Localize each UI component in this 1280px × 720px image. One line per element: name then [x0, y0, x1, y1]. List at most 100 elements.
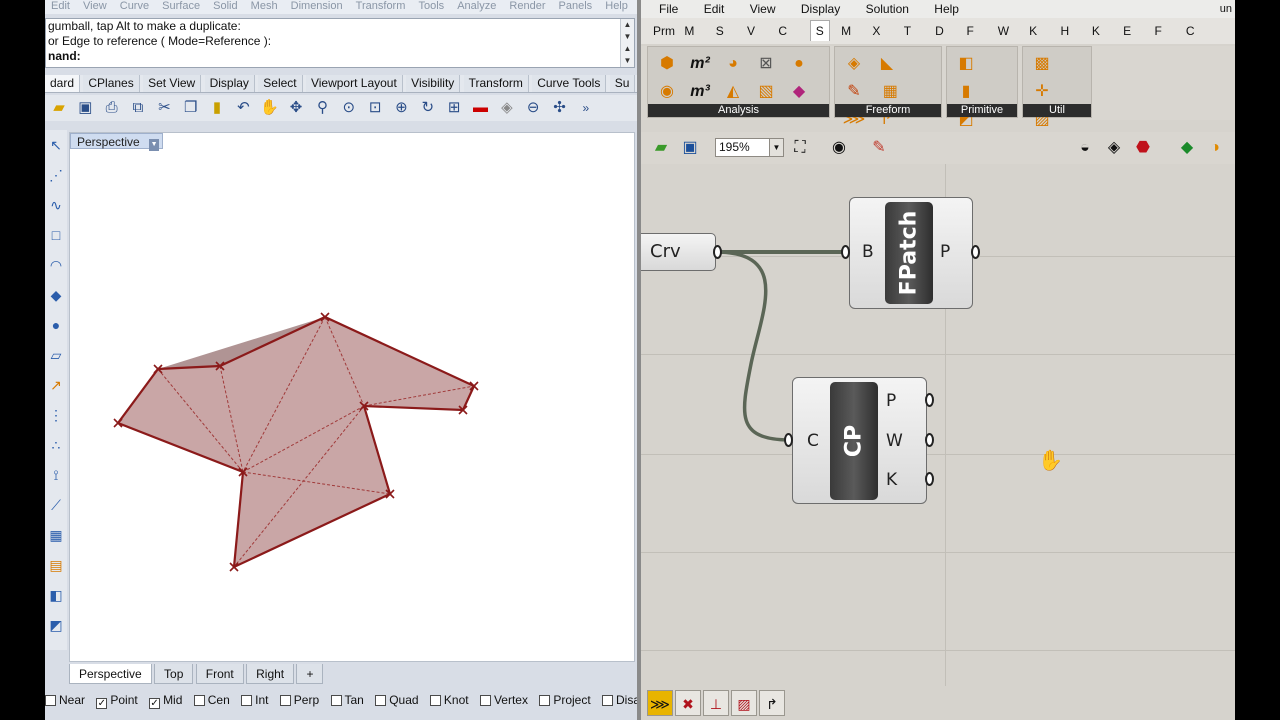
cp-output-w[interactable]: W: [886, 431, 903, 451]
cp-core[interactable]: CP: [830, 382, 878, 500]
cp-component[interactable]: C CP P W K: [792, 377, 927, 504]
osnap-mid[interactable]: ✓ Mid: [149, 690, 182, 710]
save-file-icon[interactable]: ▣: [678, 136, 702, 160]
gh-cat-mesh[interactable]: M: [841, 18, 869, 44]
checkbox[interactable]: [279, 695, 291, 706]
undo-icon[interactable]: ↶: [232, 97, 254, 119]
gh-menu-edit[interactable]: Edit: [704, 2, 725, 16]
transform-tool-icon[interactable]: ↗: [45, 370, 67, 400]
tab-display[interactable]: Display: [204, 75, 255, 92]
cp-output-p[interactable]: P: [886, 391, 896, 411]
menu-panels[interactable]: Panels: [559, 0, 593, 12]
fpatch-core[interactable]: FPatch: [885, 202, 933, 304]
import-icon[interactable]: ⧉: [127, 97, 149, 119]
shade-icon[interactable]: ◈: [496, 97, 518, 119]
osnap-point[interactable]: ✓ Point: [96, 690, 138, 710]
brep-icon[interactable]: ◕: [718, 51, 748, 77]
gh-menu-help[interactable]: Help: [934, 2, 959, 16]
deconstruct-icon[interactable]: ◭: [718, 79, 748, 105]
gh-cat-w[interactable]: W: [998, 18, 1026, 44]
osnap-vertex[interactable]: Vertex: [479, 690, 528, 710]
checkbox[interactable]: [45, 695, 56, 706]
cp-output-k[interactable]: K: [886, 470, 897, 490]
gh-cat-f[interactable]: F: [966, 18, 994, 44]
mesh-tool-icon[interactable]: ▱: [45, 340, 67, 370]
dimension-tool-icon[interactable]: ⟋: [45, 490, 67, 520]
car-icon[interactable]: ▬: [470, 97, 492, 119]
gh-cat-k2[interactable]: K: [1092, 18, 1120, 44]
point-tool-icon[interactable]: ⋰: [45, 160, 67, 190]
open-icon[interactable]: ▰: [48, 97, 70, 119]
checkbox[interactable]: [602, 695, 614, 706]
menu-curve[interactable]: Curve: [120, 0, 149, 12]
curve-wire-icon[interactable]: ↱: [759, 690, 785, 716]
menu-transform[interactable]: Transform: [356, 0, 406, 12]
cp-input-grip[interactable]: [784, 433, 793, 447]
command-history[interactable]: gumball, tap Alt to make a duplicate: or…: [45, 18, 635, 68]
evaluate-icon[interactable]: ⊠: [751, 51, 781, 77]
perspective-viewport[interactable]: Perspective ▼: [69, 132, 635, 662]
gh-cat-vector[interactable]: V: [747, 18, 775, 44]
analyze-tool-icon[interactable]: ⟟: [45, 460, 67, 490]
rectangle-tool-icon[interactable]: □: [45, 220, 67, 250]
pan-icon[interactable]: ✋: [259, 97, 281, 119]
tab-transform[interactable]: Transform: [463, 75, 529, 92]
wireframe-icon[interactable]: ◒: [1073, 136, 1097, 160]
command-prompt[interactable]: nand:: [46, 49, 634, 64]
gh-cat-sets[interactable]: S: [716, 18, 744, 44]
scroll-down-icon[interactable]: ▼: [621, 55, 634, 67]
gh-menu-solution[interactable]: Solution: [866, 2, 909, 16]
zoom-dropdown[interactable]: 195% ▼: [715, 138, 784, 157]
cylinder-icon[interactable]: ▮: [951, 79, 981, 105]
menu-dimension[interactable]: Dimension: [291, 0, 343, 12]
checkbox[interactable]: [241, 695, 253, 706]
crv-parameter[interactable]: Crv: [641, 233, 716, 271]
tab-viewport-layout[interactable]: Viewport Layout: [305, 75, 403, 92]
dimensions-icon[interactable]: ◉: [652, 79, 682, 105]
snap-icon[interactable]: ✣: [549, 97, 571, 119]
chevron-down-icon[interactable]: ▼: [769, 139, 783, 156]
volume-icon[interactable]: m³: [685, 79, 715, 105]
zoom-extents-icon[interactable]: ⊡: [364, 97, 386, 119]
render-tool-icon[interactable]: ▤: [45, 550, 67, 580]
points-tool-icon[interactable]: ∴: [45, 430, 67, 460]
zoom-selected-icon[interactable]: ⊕: [390, 97, 412, 119]
selected-preview-icon[interactable]: ⬣: [1131, 136, 1155, 160]
menu-help[interactable]: Help: [605, 0, 628, 12]
solid-tool-icon[interactable]: ●: [45, 310, 67, 340]
target-icon[interactable]: ⊖: [522, 97, 544, 119]
checkbox[interactable]: ✓: [96, 698, 108, 709]
fpatch-output-grip[interactable]: [971, 245, 980, 259]
checkbox[interactable]: [479, 695, 491, 706]
material-icon[interactable]: ◑: [1203, 136, 1227, 160]
crv-output-grip[interactable]: [713, 245, 722, 259]
osnap-quad[interactable]: Quad: [375, 690, 419, 710]
checkbox[interactable]: ✓: [149, 698, 161, 709]
checkbox[interactable]: [330, 695, 342, 706]
osnap-int[interactable]: Int: [241, 690, 268, 710]
gh-canvas[interactable]: Crv B FPatch P C CP P W K ✋: [641, 164, 1235, 686]
gh-menu-view[interactable]: View: [750, 2, 776, 16]
gh-cat-curve[interactable]: C: [778, 18, 806, 44]
array-tool-icon[interactable]: ⋮: [45, 400, 67, 430]
tab-visibility[interactable]: Visibility: [406, 75, 461, 92]
menu-tools[interactable]: Tools: [418, 0, 444, 12]
gh-cat-transform[interactable]: T: [904, 18, 932, 44]
tab-cplanes[interactable]: CPlanes: [83, 75, 140, 92]
menu-solid[interactable]: Solid: [213, 0, 237, 12]
fpatch-component[interactable]: B FPatch P: [849, 197, 973, 309]
polyline-tool-icon[interactable]: ∿: [45, 190, 67, 220]
plus-icon[interactable]: +: [296, 664, 324, 684]
cut-icon[interactable]: ✂: [153, 97, 175, 119]
osnap-tan[interactable]: Tan: [330, 690, 364, 710]
menu-mesh[interactable]: Mesh: [251, 0, 278, 12]
gh-cat-display[interactable]: D: [935, 18, 963, 44]
gh-cat-f2[interactable]: F: [1155, 18, 1183, 44]
fpatch-output-p[interactable]: P: [940, 242, 950, 262]
delete-icon[interactable]: ✖: [675, 690, 701, 716]
menu-analyze[interactable]: Analyze: [457, 0, 496, 12]
preview-mesh-icon[interactable]: ◆: [1175, 136, 1199, 160]
open-file-icon[interactable]: ▰: [649, 136, 673, 160]
tab-surface-tools[interactable]: Su: [609, 75, 636, 92]
closest-icon[interactable]: ◆: [784, 79, 814, 105]
